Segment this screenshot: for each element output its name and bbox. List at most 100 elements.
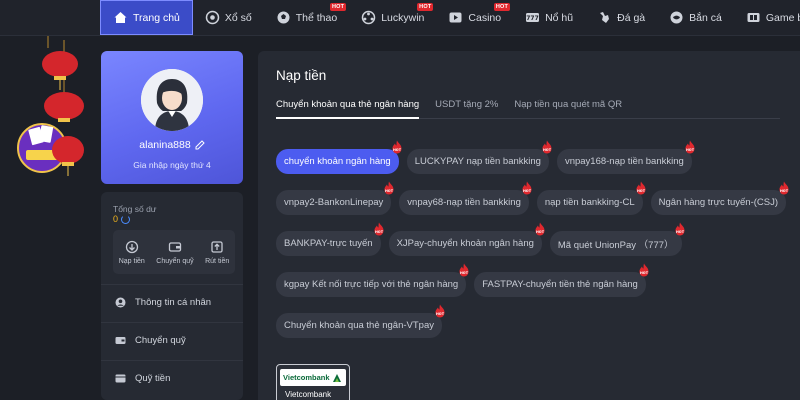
payment-method-option[interactable]: LUCKYPAY nạp tiền bankking HOT: [406, 140, 552, 174]
svg-text:HOT: HOT: [640, 271, 649, 275]
nav-item-label: Luckywin: [381, 11, 425, 24]
nav-item-label: Bắn cá: [689, 11, 722, 24]
nav-item-slot[interactable]: 777 Nổ hũ: [513, 0, 585, 35]
hot-flame-icon: HOT: [684, 140, 696, 154]
bank-caption: Vietcombank: [285, 390, 332, 399]
bank-option-vietcombank[interactable]: Vietcombank Vietcombank: [276, 364, 350, 400]
hot-badge: HOT: [417, 3, 434, 11]
nav-item-casino[interactable]: Casino HOT: [436, 0, 513, 35]
hot-flame-icon: HOT: [383, 181, 395, 195]
payment-method-label: chuyển khoản ngân hàng: [284, 156, 391, 167]
transfer-action[interactable]: Chuyển quỹ: [156, 239, 194, 265]
slot-icon: 777: [525, 10, 540, 25]
withdraw-label: Rút tiền: [205, 258, 230, 265]
payment-method-option[interactable]: chuyển khoản ngân hàng HOT: [276, 140, 401, 174]
transfer-label: Chuyển quỹ: [156, 258, 194, 265]
menu-item-profile[interactable]: Thông tin cá nhân: [101, 284, 243, 320]
balance-display: 0: [113, 214, 131, 224]
nav-item-label: Casino: [468, 11, 502, 24]
payment-method-option[interactable]: Ngân hàng trực tuyến-(CSJ) HOT: [650, 181, 789, 215]
nav-item-label: Nổ hũ: [545, 11, 574, 24]
tab-bank-card[interactable]: Chuyển khoản qua thẻ ngân hàng: [276, 99, 420, 119]
nav-item-rooster[interactable]: Đá gà: [585, 0, 657, 35]
nav-item-luckywin[interactable]: Luckywin HOT: [349, 0, 436, 35]
deposit-label: Nạp tiền: [118, 258, 145, 265]
payment-method-label: FASTPAY-chuyển tiền thẻ ngân hàng: [482, 279, 638, 290]
cards-icon: [746, 10, 761, 25]
avatar[interactable]: [141, 69, 203, 131]
rooster-icon: [597, 10, 612, 25]
payment-method-row: kgpay Kết nối trực tiếp với thẻ ngân hàn…: [276, 263, 786, 297]
bank-logo-text: Vietcombank: [283, 373, 330, 382]
payment-method-option[interactable]: vnpay68-nạp tiền bankking HOT: [399, 181, 532, 215]
hot-flame-icon: HOT: [391, 140, 403, 154]
hot-flame-icon: HOT: [778, 181, 790, 195]
payment-method-row: chuyển khoản ngân hàng HOT LUCKYPAY nạp ti…: [276, 140, 786, 174]
payment-method-label: LUCKYPAY nạp tiền bankking: [414, 156, 541, 167]
nav-item-lottery[interactable]: Xổ số: [193, 0, 264, 35]
edit-icon[interactable]: [195, 140, 205, 150]
hot-flame-icon: HOT: [534, 222, 546, 236]
tab-usdt[interactable]: USDT tặng 2%: [435, 99, 498, 118]
menu-item-label: Chuyển quỹ: [135, 335, 186, 346]
wallet-icon: [115, 335, 126, 346]
payment-method-option[interactable]: BANKPAY-trực tuyến HOT: [276, 222, 383, 256]
payment-method-row: BANKPAY-trực tuyến HOT XJPay-chuyển khoản …: [276, 222, 786, 256]
lottery-icon: [205, 10, 220, 25]
payment-method-label: XJPay-chuyển khoản ngân hàng: [396, 238, 534, 249]
menu-item-label: Quỹ tiền: [135, 373, 171, 384]
payment-method-label: Chuyển khoản qua thẻ ngân-VTpay: [284, 320, 434, 331]
hot-flame-icon: HOT: [635, 181, 647, 195]
payment-method-row: Chuyển khoản qua thẻ ngân-VTpay HOT: [276, 304, 786, 338]
menu-item-funds[interactable]: Quỹ tiền: [101, 360, 243, 396]
payment-method-option[interactable]: vnpay2-BankonLinepay HOT: [276, 181, 394, 215]
page-title: Nạp tiền: [276, 68, 327, 83]
payment-method-option[interactable]: FASTPAY-chuyển tiền thẻ ngân hàng HOT: [474, 263, 649, 297]
nav-item-sports[interactable]: Thể thao HOT: [264, 0, 349, 35]
nav-item-fish[interactable]: Bắn cá: [657, 0, 734, 35]
user-icon: [115, 297, 126, 308]
svg-text:HOT: HOT: [375, 230, 384, 234]
svg-text:HOT: HOT: [536, 230, 545, 234]
luckywin-icon: [361, 10, 376, 25]
funds-icon: [115, 373, 126, 384]
payment-method-option[interactable]: Mã quét UnionPay （777） HOT: [549, 222, 684, 256]
payment-method-label: BANKPAY-trực tuyến: [284, 238, 373, 249]
quick-actions: Nạp tiền Chuyển quỹ Rút tiền: [113, 230, 235, 274]
deposit-action[interactable]: Nạp tiền: [119, 239, 145, 265]
avatar-icon: [141, 69, 203, 131]
nav-item-home[interactable]: Trang chủ: [100, 0, 193, 35]
withdraw-action[interactable]: Rút tiền: [205, 239, 229, 265]
payment-method-label: vnpay2-BankonLinepay: [284, 197, 384, 208]
nav-item-label: Xổ số: [224, 11, 252, 24]
nav-item-label: Game bài: [765, 11, 800, 24]
menu-item-transfer[interactable]: Chuyển quỹ: [101, 322, 243, 358]
joined-days: Gia nhập ngày thứ 4: [133, 160, 211, 170]
svg-text:HOT: HOT: [393, 148, 402, 152]
hot-badge: HOT: [493, 3, 511, 11]
svg-text:HOT: HOT: [523, 189, 532, 193]
refresh-icon[interactable]: [121, 214, 131, 224]
payment-method-option[interactable]: kgpay Kết nối trực tiếp với thẻ ngân hàn…: [276, 263, 469, 297]
payment-method-option[interactable]: XJPay-chuyển khoản ngân hàng HOT: [388, 222, 545, 256]
payment-method-option[interactable]: vnpay168-nạp tiền bankking HOT: [556, 140, 694, 174]
payment-method-option[interactable]: nạp tiền bankking-CL HOT: [536, 181, 645, 215]
payment-method-row: vnpay2-BankonLinepay HOT vnpay68-nạp tiền …: [276, 181, 789, 215]
tab-qr[interactable]: Nạp tiền qua quét mã QR: [514, 99, 622, 118]
payment-methods: chuyển khoản ngân hàng HOT LUCKYPAY nạp ti…: [276, 140, 789, 354]
transfer-icon: [167, 239, 183, 255]
menu-item-label: Thông tin cá nhân: [135, 297, 212, 308]
nav-item-cards[interactable]: Game bài: [734, 0, 800, 35]
hot-flame-icon: HOT: [541, 140, 553, 154]
hot-flame-icon: HOT: [373, 222, 385, 236]
sports-icon: [276, 10, 291, 25]
casino-icon: [448, 10, 463, 25]
nav-item-label: Thể thao: [295, 11, 338, 24]
lantern-decoration: [9, 0, 84, 176]
hot-flame-icon: HOT: [638, 263, 650, 277]
payment-method-option[interactable]: Chuyển khoản qua thẻ ngân-VTpay HOT: [276, 304, 445, 338]
payment-method-label: vnpay68-nạp tiền bankking: [407, 197, 521, 208]
payment-method-label: Ngân hàng trực tuyến-(CSJ): [658, 197, 779, 208]
hot-flame-icon: HOT: [434, 304, 446, 318]
svg-text:HOT: HOT: [543, 148, 552, 152]
